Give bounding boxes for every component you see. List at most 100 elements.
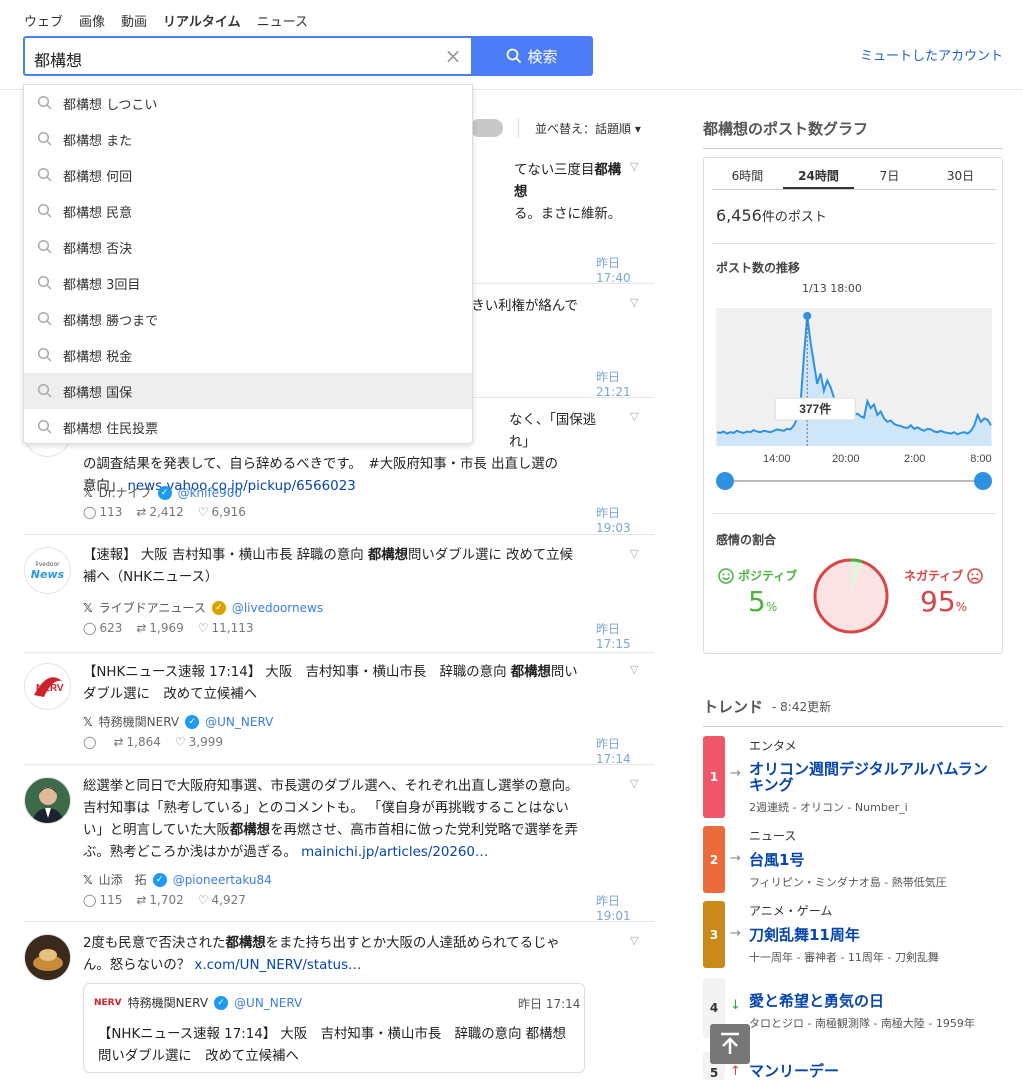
post-time[interactable]: 昨日 17:40: [596, 254, 654, 285]
search-input[interactable]: 都構想 ×: [23, 36, 473, 76]
suggestion-item[interactable]: 都構想 しつこい: [24, 85, 472, 121]
chevron-down-icon[interactable]: ▽: [630, 296, 642, 309]
suggestion-item[interactable]: 都構想 否決: [24, 229, 472, 265]
suggestion-item[interactable]: 都構想 住民投票: [24, 409, 472, 445]
suggestion-item[interactable]: 都構想 3回目: [24, 265, 472, 301]
nav-images[interactable]: 画像: [79, 11, 105, 30]
trend-item[interactable]: 1 → エンタメ オリコン週間デジタルアルバムランキング 2週連続 - オリコン…: [703, 736, 1003, 818]
reply-button[interactable]: ◯ 113: [83, 505, 122, 519]
tab-30d[interactable]: 30日: [925, 166, 996, 189]
nerv-logo-icon: NERV: [33, 676, 63, 697]
nav-news[interactable]: ニュース: [257, 11, 308, 30]
suggestion-text: 都構想 民意: [63, 205, 133, 221]
retweet-button[interactable]: ⇄ 1,864: [113, 735, 160, 749]
suggestion-item-highlighted[interactable]: 都構想 国保: [24, 373, 472, 409]
x-logo-icon: 𝕏: [83, 872, 93, 887]
clear-icon[interactable]: ×: [443, 46, 463, 66]
reply-button[interactable]: ◯ 115: [83, 893, 122, 907]
reply-icon: ◯: [83, 735, 97, 749]
post-time[interactable]: 昨日 21:21: [596, 368, 654, 399]
chevron-down-icon[interactable]: ▽: [630, 160, 642, 173]
suggestion-item[interactable]: 都構想 また: [24, 121, 472, 157]
post-link[interactable]: mainichi.jp/articles/20260…: [301, 845, 488, 860]
suggestion-item[interactable]: 都構想 税金: [24, 337, 472, 373]
nav-video[interactable]: 動画: [121, 11, 147, 30]
food-photo: [25, 935, 70, 980]
suggestion-text: 都構想 否決: [63, 241, 133, 257]
search-button[interactable]: 検索: [471, 36, 593, 76]
chart-peak-point[interactable]: [803, 311, 812, 320]
post-count-chart[interactable]: 377件 14:00 20:00 2:00 8:00: [716, 306, 992, 506]
trend-keyword[interactable]: 刀剣乱舞11周年: [749, 927, 999, 943]
verified-badge-icon: ✓: [157, 485, 172, 500]
like-button[interactable]: ♡ 4,927: [198, 893, 246, 907]
muted-accounts-link[interactable]: ミュートしたアカウント: [860, 45, 1003, 64]
post-link[interactable]: x.com/UN_NERV/status…: [194, 958, 361, 973]
tab-6h[interactable]: 6時間: [712, 166, 783, 189]
chevron-down-icon[interactable]: ▽: [630, 777, 642, 790]
chevron-down-icon[interactable]: ▽: [630, 663, 642, 676]
post-graph-card: 6時間 24時間 7日 30日 6,456件のポスト ポスト数の推移 1/13 …: [703, 157, 1003, 654]
suggestion-text: 都構想 住民投票: [63, 421, 159, 437]
arrow-up-icon: ↑: [730, 1064, 741, 1079]
search-query[interactable]: 都構想: [34, 47, 82, 71]
suggestion-text: 都構想 何回: [63, 169, 133, 185]
post-time[interactable]: 昨日 17:15: [596, 620, 654, 651]
retweet-button[interactable]: ⇄ 2,412: [136, 505, 183, 519]
post-author[interactable]: 𝕏 山添 拓 ✓ @pioneertaku84: [83, 871, 272, 888]
like-button[interactable]: ♡ 6,916: [198, 505, 246, 519]
range-slider-end-handle[interactable]: [974, 472, 992, 490]
chevron-down-icon[interactable]: ▽: [630, 934, 642, 947]
trend-keyword[interactable]: マンリーデー: [749, 1063, 999, 1079]
chevron-down-icon[interactable]: ▽: [630, 410, 642, 423]
divider: [703, 726, 1003, 727]
search-icon: [37, 347, 52, 362]
suggestion-item[interactable]: 都構想 何回: [24, 157, 472, 193]
search-button-label: 検索: [527, 47, 558, 66]
post-time[interactable]: 昨日 19:03: [596, 504, 654, 535]
avatar[interactable]: livedoor News: [24, 547, 71, 594]
like-button[interactable]: ♡ 11,113: [198, 621, 254, 635]
post-author[interactable]: 𝕏 ライブドアニュース ✓ @livedoornews: [83, 599, 323, 616]
heart-icon: ♡: [174, 735, 186, 749]
avatar[interactable]: [24, 934, 71, 981]
trend-item[interactable]: 2 → ニュース 台風1号 フィリピン・ミンダナオ島 - 熱帯低気圧: [703, 826, 1003, 893]
retweet-button[interactable]: ⇄ 1,969: [136, 621, 183, 635]
sort-dropdown[interactable]: 並べ替え：話題順 ▾: [535, 120, 641, 137]
person-photo: [31, 787, 65, 823]
nav-web[interactable]: ウェブ: [24, 11, 63, 30]
avatar[interactable]: NERV: [24, 663, 71, 710]
suggestion-item[interactable]: 都構想 民意: [24, 193, 472, 229]
suggestion-item[interactable]: 都構想 勝つまで: [24, 301, 472, 337]
filter-toggle[interactable]: [470, 119, 503, 137]
chart-x-tick: 14:00: [763, 453, 791, 465]
nav-realtime[interactable]: リアルタイム: [163, 11, 241, 30]
reply-button[interactable]: ◯: [83, 735, 99, 749]
search-icon: [37, 239, 52, 254]
tab-24h[interactable]: 24時間: [783, 166, 854, 189]
post-author[interactable]: 𝕏 Dr.ナイフ ✓ @knife900: [83, 484, 242, 501]
heart-icon: ♡: [197, 505, 209, 519]
retweet-button[interactable]: ⇄ 1,702: [136, 893, 183, 907]
back-to-top-button[interactable]: [710, 1024, 750, 1064]
post-author[interactable]: 𝕏 特務機関NERV ✓ @UN_NERV: [83, 713, 273, 730]
chevron-down-icon[interactable]: ▽: [630, 547, 642, 560]
like-button[interactable]: ♡ 3,999: [175, 735, 223, 749]
sentiment-pie-chart: [813, 558, 889, 634]
trend-keyword[interactable]: 愛と希望と勇気の日: [749, 993, 999, 1009]
reply-button[interactable]: ◯ 623: [83, 621, 122, 635]
quoted-post[interactable]: NERV 特務機関NERV ✓ @UN_NERV 昨日 17:14 【NHKニュ…: [83, 983, 585, 1073]
search-icon: [37, 131, 52, 146]
range-slider-start-handle[interactable]: [716, 472, 734, 490]
trend-keyword[interactable]: オリコン週間デジタルアルバムランキング: [749, 761, 999, 793]
heart-icon: ♡: [197, 621, 209, 635]
post-time[interactable]: 昨日 19:01: [596, 892, 654, 923]
reply-icon: ◯: [83, 893, 97, 907]
chart-x-tick: 8:00: [970, 453, 991, 465]
trend-item[interactable]: 3 → アニメ・ゲーム 刀剣乱舞11周年 十一周年 - 審神者 - 11周年 -…: [703, 901, 1003, 968]
trend-keyword[interactable]: 台風1号: [749, 852, 999, 868]
tab-7d[interactable]: 7日: [854, 166, 925, 189]
retweet-icon: ⇄: [136, 893, 147, 907]
avatar[interactable]: [24, 777, 71, 824]
post-time[interactable]: 昨日 17:14: [596, 735, 654, 766]
